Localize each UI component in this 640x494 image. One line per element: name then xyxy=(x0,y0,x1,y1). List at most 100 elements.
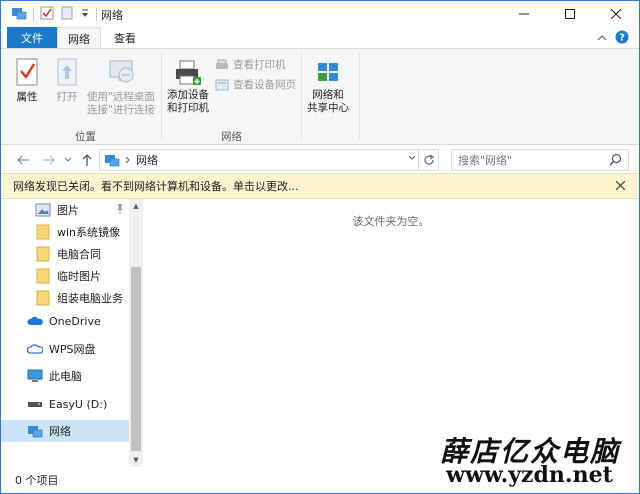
nav-item-folder[interactable]: win系统镜像 xyxy=(1,221,129,243)
address-bar[interactable]: 网络 xyxy=(99,149,439,171)
nav-item-network[interactable]: 网络 xyxy=(1,420,129,442)
folder-icon xyxy=(35,290,51,306)
navigation-bar: 网络 搜索"网络" xyxy=(1,147,639,173)
nav-pane-scrollbar[interactable]: ▲ ▼ xyxy=(129,199,143,467)
device-webpage-icon xyxy=(215,79,229,90)
svg-text:?: ? xyxy=(619,33,625,44)
scroll-down-icon[interactable]: ▼ xyxy=(129,453,143,467)
properties-button[interactable]: 属性 xyxy=(13,57,41,104)
nav-item-pictures[interactable]: 图片 xyxy=(1,199,129,221)
network-icon xyxy=(27,423,43,439)
explorer-window: 网络 文件 网络 查看 ? 属性 打开 使用"远程桌面 连接"进行连接 位置 添… xyxy=(0,0,640,494)
pin-icon[interactable] xyxy=(115,203,125,218)
nav-item-wps-drive[interactable]: WPS网盘 xyxy=(1,338,129,360)
network-center-label-1: 网络和 xyxy=(312,89,344,101)
remote-desktop-label-2: 连接"进行连接 xyxy=(87,104,155,116)
ribbon-group-separator xyxy=(301,53,302,139)
network-sharing-center-icon xyxy=(318,63,338,81)
back-button[interactable] xyxy=(15,152,31,168)
view-printers-button[interactable]: 查看打印机 xyxy=(215,57,286,72)
maximize-button[interactable] xyxy=(547,1,593,27)
wps-cloud-icon xyxy=(27,341,43,357)
add-devices-button[interactable]: 添加设备 和打印机 xyxy=(167,59,209,115)
printer-icon xyxy=(176,60,201,85)
remote-desktop-label-1: 使用"远程桌面 xyxy=(87,91,155,103)
ribbon: 属性 打开 使用"远程桌面 连接"进行连接 位置 添加设备 和打印机 查看打印机… xyxy=(1,48,639,145)
properties-icon xyxy=(16,58,38,86)
nav-item-label: OneDrive xyxy=(49,314,101,328)
view-printers-label: 查看打印机 xyxy=(233,59,286,71)
chevron-right-icon[interactable] xyxy=(125,156,131,164)
ribbon-group-separator xyxy=(359,53,360,139)
ribbon-help-area: ? xyxy=(597,30,629,47)
nav-item-label: win系统镜像 xyxy=(57,226,121,239)
navigation-pane: 图片 win系统镜像 电脑合同 临时图片 组装电脑业务 OneDrive WPS… xyxy=(1,199,143,467)
network-group-label: 网络 xyxy=(221,131,242,143)
new-folder-icon[interactable] xyxy=(60,6,74,23)
nav-item-label: 电脑合同 xyxy=(57,248,101,261)
recent-locations-button[interactable] xyxy=(63,152,73,168)
search-placeholder: 搜索"网络" xyxy=(458,154,513,167)
nav-item-label: 网络 xyxy=(49,425,71,438)
close-icon xyxy=(615,180,626,191)
empty-folder-message: 该文件夹为空。 xyxy=(352,215,430,228)
breadcrumb[interactable]: 网络 xyxy=(136,152,158,168)
nav-item-label: WPS网盘 xyxy=(49,343,96,356)
view-device-page-label: 查看设备网页 xyxy=(233,79,296,91)
search-input[interactable]: 搜索"网络" xyxy=(451,149,629,171)
toolbar-separator xyxy=(96,7,97,22)
customize-toolbar-icon[interactable] xyxy=(80,6,90,23)
expand-ribbon-icon[interactable] xyxy=(597,32,607,45)
open-label: 打开 xyxy=(56,91,78,103)
tab-view[interactable]: 查看 xyxy=(105,27,145,49)
refresh-button[interactable] xyxy=(418,150,438,170)
view-device-page-button[interactable]: 查看设备网页 xyxy=(215,77,296,92)
forward-button[interactable] xyxy=(41,152,57,168)
help-icon[interactable]: ? xyxy=(615,30,629,47)
nav-item-folder[interactable]: 电脑合同 xyxy=(1,243,129,265)
minimize-button[interactable] xyxy=(501,1,547,27)
nav-item-folder[interactable]: 组装电脑业务 xyxy=(1,287,129,309)
properties-check-icon[interactable] xyxy=(40,6,54,23)
nav-item-this-pc[interactable]: 此电脑 xyxy=(1,365,129,387)
address-dropdown-icon[interactable] xyxy=(408,154,416,164)
usb-drive-icon xyxy=(27,396,43,412)
computer-icon xyxy=(27,368,43,384)
properties-label: 属性 xyxy=(16,91,38,103)
network-icon xyxy=(105,155,120,167)
remote-desktop-button[interactable]: 使用"远程桌面 连接"进行连接 xyxy=(87,57,155,117)
open-icon xyxy=(57,58,77,86)
close-button[interactable] xyxy=(593,1,639,27)
file-list[interactable]: 该文件夹为空。 xyxy=(143,199,639,467)
infobar-message[interactable]: 网络发现已关闭。看不到网络计算机和设备。单击以更改... xyxy=(13,178,299,194)
up-button[interactable] xyxy=(79,152,95,168)
small-printer-icon xyxy=(216,59,228,69)
quick-access-toolbar xyxy=(11,6,97,23)
nav-item-folder[interactable]: 临时图片 xyxy=(1,265,129,287)
location-group-label: 位置 xyxy=(75,131,96,143)
tab-network[interactable]: 网络 xyxy=(57,27,101,49)
scrollbar-thumb[interactable] xyxy=(131,267,141,451)
nav-item-onedrive[interactable]: OneDrive xyxy=(1,310,129,332)
chevron-down-icon xyxy=(64,157,72,162)
nav-item-label: EasyU (D:) xyxy=(49,397,108,411)
network-discovery-infobar[interactable]: 网络发现已关闭。看不到网络计算机和设备。单击以更改... xyxy=(1,173,639,199)
network-center-label-2: 共享中心 xyxy=(307,102,349,114)
scroll-up-icon[interactable]: ▲ xyxy=(129,199,143,213)
folder-icon xyxy=(35,224,51,240)
open-button[interactable]: 打开 xyxy=(53,57,81,104)
toolbar-separator xyxy=(33,7,34,22)
network-icon[interactable] xyxy=(11,6,27,23)
window-controls xyxy=(501,1,639,27)
tab-file[interactable]: 文件 xyxy=(7,27,57,49)
pictures-icon xyxy=(35,202,51,218)
search-icon[interactable] xyxy=(609,153,622,169)
up-arrow-icon xyxy=(82,154,92,166)
network-center-button[interactable]: 网络和 共享中心 xyxy=(307,59,349,115)
nav-item-drive-d[interactable]: EasyU (D:) xyxy=(1,393,129,415)
nav-item-label: 临时图片 xyxy=(57,270,101,283)
folder-icon xyxy=(35,268,51,284)
infobar-close-button[interactable] xyxy=(615,179,626,193)
ribbon-tabs: 文件 网络 查看 ? xyxy=(1,27,639,49)
forward-arrow-icon xyxy=(43,155,55,165)
